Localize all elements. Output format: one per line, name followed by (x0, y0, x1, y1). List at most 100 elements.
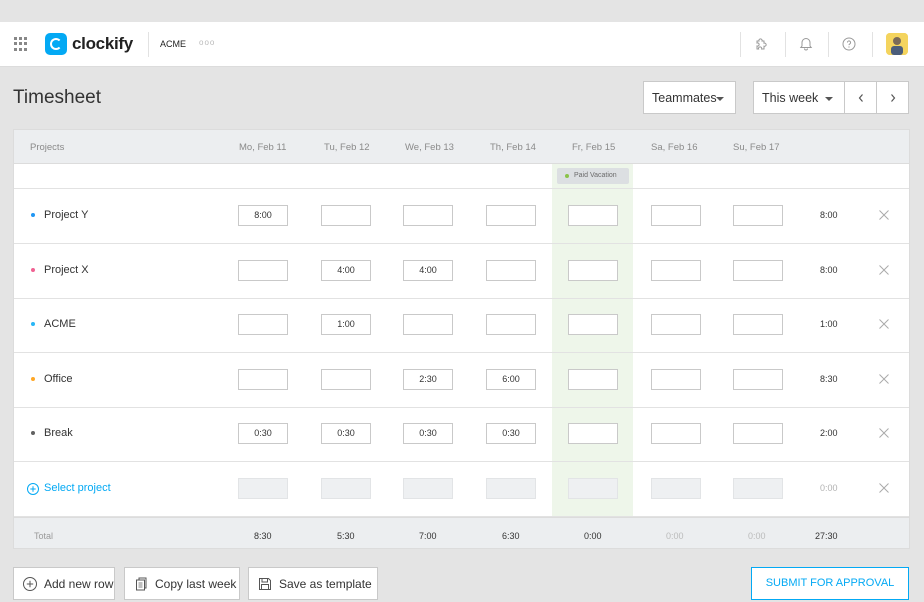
row-total: 8:00 (820, 210, 838, 220)
time-entry-input[interactable]: 4:00 (321, 259, 371, 281)
time-entry-input[interactable] (568, 205, 618, 226)
time-cell-disabled (651, 478, 701, 499)
project-color-dot (31, 376, 35, 381)
time-entry-input[interactable] (486, 205, 536, 226)
project-name[interactable]: Project Y (44, 209, 88, 221)
time-entry-input[interactable] (321, 205, 371, 226)
time-entry-input[interactable] (568, 423, 618, 445)
save-icon (259, 577, 271, 590)
close-icon[interactable] (878, 373, 890, 385)
time-entry-input[interactable] (651, 314, 701, 336)
add-circle-icon[interactable] (26, 482, 40, 496)
puzzle-icon[interactable] (753, 36, 769, 52)
table-header: Projects Mo, Feb 11 Tu, Feb 12 We, Feb 1… (14, 130, 909, 164)
time-entry-input[interactable] (733, 205, 783, 226)
time-entry-input[interactable]: 6:00 (486, 368, 536, 390)
paid-vacation-tag: Paid Vacation (557, 168, 629, 184)
time-entry-input[interactable] (321, 368, 371, 390)
close-icon[interactable] (878, 264, 890, 276)
copy-last-week-label: Copy last week (155, 576, 237, 591)
workspace-name[interactable]: ACME (160, 39, 186, 49)
close-icon[interactable] (878, 427, 890, 439)
time-entry-input[interactable] (486, 259, 536, 281)
day-total: 0:00 (748, 531, 766, 541)
holiday-row (14, 164, 909, 189)
add-new-row-button[interactable]: Add new row (13, 567, 115, 600)
time-entry-input[interactable] (733, 368, 783, 390)
time-entry-input[interactable]: 2:30 (403, 368, 453, 390)
page-title: Timesheet (13, 87, 101, 108)
time-entry-input[interactable] (568, 314, 618, 336)
divider (828, 32, 829, 57)
day-total: 7:00 (419, 531, 437, 541)
time-entry-input[interactable] (733, 259, 783, 281)
time-entry-input[interactable] (651, 259, 701, 281)
time-entry-input[interactable] (403, 314, 453, 336)
time-entry-input[interactable]: 8:00 (238, 205, 288, 226)
close-icon[interactable] (878, 318, 890, 330)
chevron-down-icon (825, 97, 833, 101)
time-entry-input[interactable]: 0:30 (238, 423, 288, 445)
day-total: 0:00 (584, 531, 602, 541)
time-entry-input[interactable] (403, 205, 453, 226)
close-icon[interactable] (878, 209, 890, 221)
save-as-template-button[interactable]: Save as template (248, 567, 378, 600)
close-icon[interactable] (878, 482, 890, 494)
select-project-link[interactable]: Select project (44, 482, 111, 494)
time-entry-input[interactable]: 0:30 (321, 423, 371, 445)
time-entry-input[interactable]: 0:30 (486, 423, 536, 445)
time-cell-disabled (321, 478, 371, 499)
day-header: Su, Feb 17 (733, 142, 780, 153)
time-entry-input[interactable] (733, 423, 783, 445)
clockify-logo[interactable]: clockify (45, 33, 133, 55)
workspace-menu-dots[interactable]: ooo (199, 38, 215, 47)
previous-week-button[interactable] (844, 81, 877, 114)
project-name[interactable]: Project X (44, 264, 89, 276)
day-header: Tu, Feb 12 (324, 142, 370, 153)
teammates-dropdown[interactable]: Teammates (643, 81, 736, 114)
day-header: We, Feb 13 (405, 142, 454, 153)
project-name[interactable]: Break (44, 427, 73, 439)
project-row: Break 0:30 0:30 0:30 0:30 2:00 (14, 407, 909, 463)
time-entry-input[interactable]: 0:30 (403, 423, 453, 445)
time-entry-input[interactable] (651, 368, 701, 390)
top-bar: clockify ACME ooo (0, 22, 924, 67)
teammates-label: Teammates (652, 91, 717, 105)
period-dropdown[interactable]: This week (753, 81, 845, 114)
divider (148, 32, 149, 57)
project-name[interactable]: Office (44, 373, 73, 385)
time-cell-disabled (238, 478, 288, 499)
bell-icon[interactable] (798, 36, 814, 52)
time-entry-input[interactable] (238, 259, 288, 281)
next-week-button[interactable] (876, 81, 909, 114)
time-entry-input[interactable] (486, 314, 536, 336)
project-color-dot (31, 322, 35, 327)
time-entry-input[interactable] (568, 259, 618, 281)
user-avatar[interactable] (886, 33, 908, 55)
chevron-right-icon (890, 93, 895, 102)
day-total: 6:30 (502, 531, 520, 541)
time-entry-input[interactable] (238, 368, 288, 390)
submit-for-approval-button[interactable]: SUBMIT FOR APPROVAL (751, 567, 909, 600)
time-entry-input[interactable] (568, 368, 618, 390)
paid-vacation-label: Paid Vacation (574, 172, 617, 179)
copy-last-week-button[interactable]: Copy last week (124, 567, 240, 600)
time-entry-input[interactable] (733, 314, 783, 336)
day-total: 0:00 (666, 531, 684, 541)
add-new-row-label: Add new row (44, 576, 114, 591)
save-as-template-label: Save as template (279, 576, 372, 591)
help-icon[interactable] (841, 36, 857, 52)
day-header: Th, Feb 14 (490, 142, 536, 153)
time-entry-input[interactable] (238, 314, 288, 336)
add-circle-icon (23, 576, 37, 591)
time-entry-input[interactable]: 1:00 (321, 314, 371, 336)
apps-grid-icon[interactable] (14, 37, 28, 51)
time-entry-input[interactable] (651, 423, 701, 445)
day-header: Sa, Feb 16 (651, 142, 698, 153)
time-entry-input[interactable]: 4:00 (403, 259, 453, 281)
row-total: 0:00 (820, 483, 838, 493)
page-header: Timesheet Teammates This week (0, 67, 924, 129)
time-cell-disabled (486, 478, 536, 499)
project-name[interactable]: ACME (44, 318, 76, 330)
time-entry-input[interactable] (651, 205, 701, 226)
